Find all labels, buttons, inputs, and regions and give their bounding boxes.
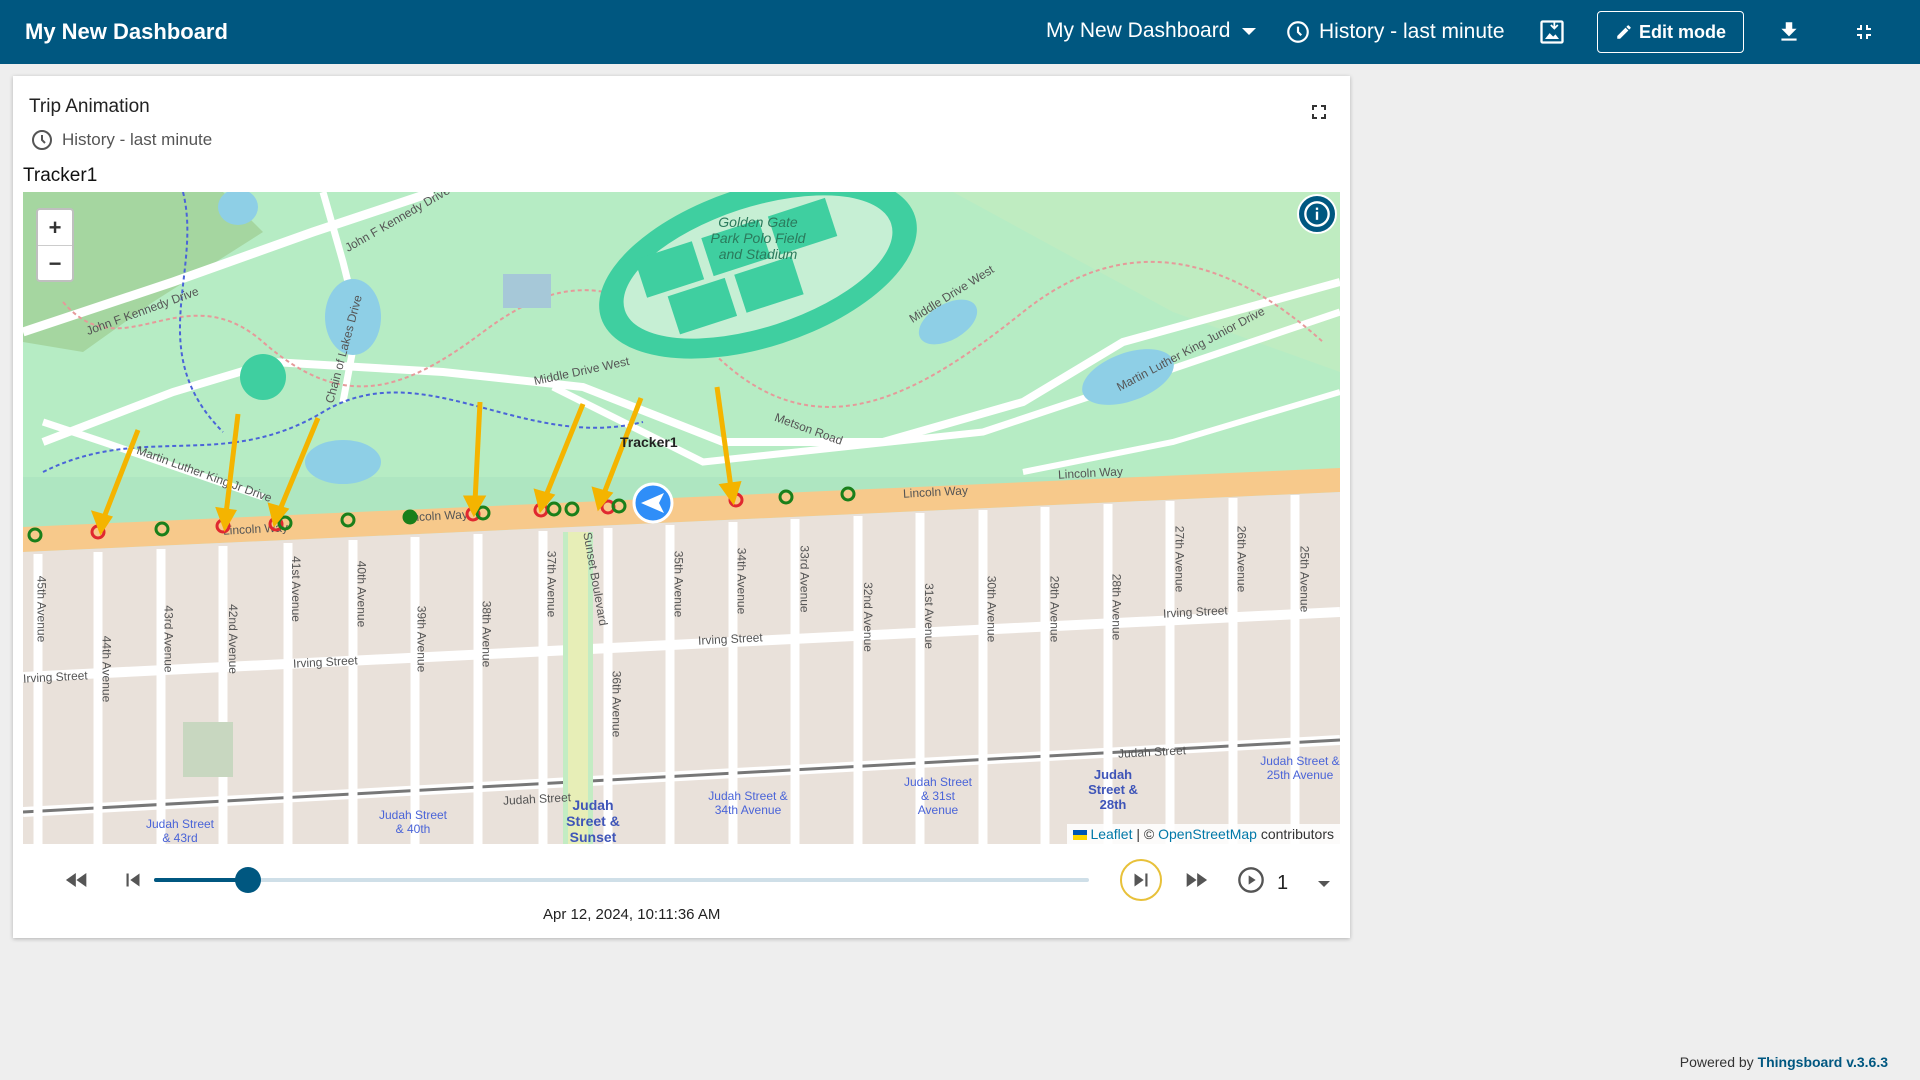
info-icon [1304, 201, 1330, 227]
map-attribution: Leaflet | © OpenStreetMap contributors [1066, 824, 1340, 844]
export-image-button[interactable] [1534, 14, 1570, 50]
trip-point [546, 501, 562, 517]
edit-mode-button[interactable]: Edit mode [1597, 11, 1744, 53]
chevron-down-icon[interactable] [1318, 881, 1330, 887]
fast-forward-button[interactable] [1178, 862, 1214, 898]
chevron-down-icon [1242, 27, 1257, 35]
fast-rewind-button[interactable] [59, 862, 95, 898]
info-button[interactable] [1297, 194, 1337, 234]
footer-prefix: Powered by [1679, 1054, 1754, 1070]
skip-previous-button[interactable] [115, 862, 151, 898]
widget-title: Trip Animation [29, 96, 150, 117]
trip-point [154, 521, 170, 537]
trip-point [27, 527, 43, 543]
widget-timewindow[interactable]: History - last minute [30, 128, 212, 152]
trip-point [778, 489, 794, 505]
top-toolbar: My New Dashboard My New Dashboard Histor… [0, 0, 1920, 64]
trip-point [340, 512, 356, 528]
time-slider-fill [154, 878, 248, 882]
trip-animation-widget: Trip Animation History - last minute Tra… [13, 76, 1350, 938]
download-button[interactable] [1771, 14, 1807, 50]
time-slider-thumb[interactable] [234, 867, 261, 893]
current-timestamp: Apr 12, 2024, 10:11:36 AM [543, 906, 721, 923]
widget-fullscreen-button[interactable] [1307, 100, 1331, 124]
tracker-marker-label: Tracker1 [620, 434, 678, 450]
footer-brand-link[interactable]: Thingsboard v.3.6.3 [1758, 1054, 1888, 1070]
skip-next-button[interactable] [1120, 859, 1162, 901]
trip-overlay [27, 386, 856, 543]
tracker-marker [632, 482, 674, 524]
dashboard-select-label: My New Dashboard [1046, 19, 1231, 42]
fullscreen-exit-icon [1857, 25, 1871, 39]
clock-icon [1287, 21, 1309, 43]
widget-timewindow-label: History - last minute [62, 130, 213, 149]
zoom-control: + − [36, 208, 74, 282]
fullscreen-icon [1312, 105, 1326, 119]
fast-forward-icon [1186, 873, 1208, 887]
pencil-icon [1617, 25, 1631, 39]
edit-mode-label: Edit mode [1638, 21, 1726, 42]
footer: Powered by Thingsboard v.3.6.3 [1680, 1054, 1888, 1070]
exit-fullscreen-button[interactable] [1846, 14, 1882, 50]
image-export-icon [1540, 20, 1564, 44]
time-slider[interactable] [154, 867, 1089, 893]
skip-previous-icon [126, 873, 140, 887]
play-circle-icon [1238, 867, 1264, 893]
dashboard-title: My New Dashboard [25, 19, 228, 44]
skip-next-icon [1134, 873, 1148, 887]
trip-point [840, 486, 856, 502]
timewindow-button[interactable]: History - last minute [1285, 19, 1505, 45]
ukraine-flag-icon [1072, 830, 1087, 841]
clock-icon [32, 130, 52, 150]
attribution-separator: | © [1136, 826, 1155, 842]
trip-point [564, 501, 580, 517]
timewindow-label: History - last minute [1319, 20, 1505, 43]
playback-controls: Apr 12, 2024, 10:11:36 AM 1 [23, 846, 1340, 926]
osm-link[interactable]: OpenStreetMap [1158, 826, 1257, 842]
trip-point [402, 509, 418, 525]
play-button[interactable] [1233, 862, 1269, 898]
map-view[interactable]: John F Kennedy Drive John F Kennedy Driv… [23, 192, 1340, 844]
speed-select-value[interactable]: 1 [1277, 872, 1288, 895]
download-icon [1781, 22, 1797, 41]
dashboard-select[interactable]: My New Dashboard [1046, 19, 1257, 43]
fast-rewind-icon [65, 873, 87, 887]
leaflet-link[interactable]: Leaflet [1090, 826, 1132, 842]
attribution-suffix: contributors [1260, 826, 1334, 842]
zoom-out-button[interactable]: − [38, 246, 72, 281]
zoom-in-button[interactable]: + [38, 210, 72, 246]
tracker-label: Tracker1 [23, 165, 98, 186]
